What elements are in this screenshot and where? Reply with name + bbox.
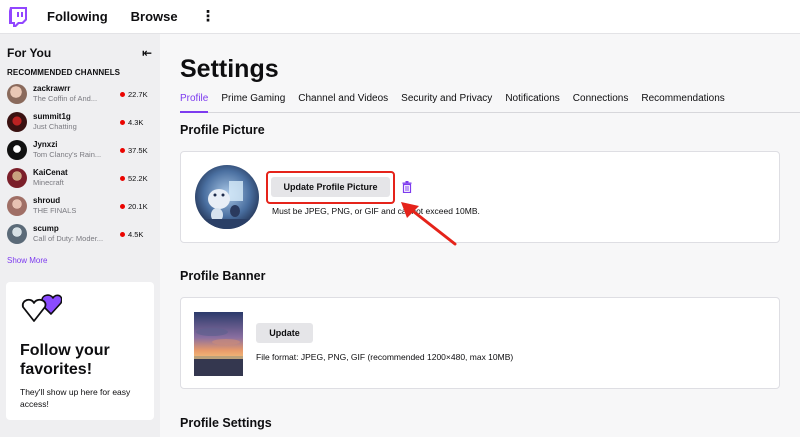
live-dot-icon (120, 175, 125, 181)
tab-prime-gaming[interactable]: Prime Gaming (221, 93, 285, 113)
channel-avatar (7, 140, 27, 160)
tab-recommendations[interactable]: Recommendations (641, 93, 724, 113)
live-dot-icon (120, 203, 125, 209)
channel-item[interactable]: summit1g Just Chatting 4.3K (0, 108, 160, 136)
nav-browse-link[interactable]: Browse (131, 9, 178, 24)
profile-picture-card: Update Profile Picture Must be JPEG, PNG… (180, 151, 780, 246)
channel-name: summit1g (33, 112, 71, 121)
promo-text: They'll show up here for easy access! (20, 387, 131, 409)
tab-notifications[interactable]: Notifications (505, 93, 559, 113)
channel-name: zackrawrr (33, 84, 71, 93)
profile-picture-image (195, 165, 259, 229)
channel-avatar (7, 168, 27, 188)
channel-name: Jynxzi (33, 140, 58, 149)
show-more-link[interactable]: Show More (0, 248, 160, 272)
top-nav-bar: Following Browse ⋮ (0, 0, 800, 34)
trash-icon[interactable] (402, 181, 412, 193)
live-dot-icon (120, 119, 125, 125)
twitch-logo-icon[interactable] (7, 6, 29, 28)
channel-category: Tom Clancy's Rain... (33, 150, 102, 159)
live-dot-icon (120, 147, 125, 153)
live-dot-icon (120, 91, 125, 97)
channel-name: scump (33, 224, 59, 233)
channel-category: Call of Duty: Moder... (33, 234, 104, 243)
profile-banner-image (194, 312, 243, 376)
tab-profile[interactable]: Profile (180, 93, 209, 113)
more-options-icon[interactable]: ⋮ (201, 9, 216, 24)
channel-name: KaiCenat (33, 168, 68, 177)
viewer-count: 52.2K (120, 174, 154, 183)
profile-picture-heading: Profile Picture (180, 123, 265, 137)
update-profile-picture-button[interactable]: Update Profile Picture (271, 177, 390, 197)
channel-item[interactable]: KaiCenat Minecraft 52.2K (0, 164, 160, 192)
update-banner-button[interactable]: Update (256, 323, 313, 343)
page-title: Settings (180, 55, 279, 83)
channel-category: Minecraft (33, 178, 64, 187)
channel-item[interactable]: zackrawrr The Coffin of And... 22.7K (0, 80, 160, 108)
profile-settings-heading: Profile Settings (180, 416, 272, 430)
tab-connections[interactable]: Connections (573, 93, 629, 113)
collapse-sidebar-icon[interactable]: ⇤ (142, 46, 152, 60)
sidebar-title: For You (7, 46, 52, 60)
viewer-count: 4.3K (120, 118, 154, 127)
channel-avatar (7, 84, 27, 104)
channel-item[interactable]: scump Call of Duty: Moder... 4.5K (0, 220, 160, 248)
viewer-count: 37.5K (120, 146, 154, 155)
tab-channel-and-videos[interactable]: Channel and Videos (298, 93, 388, 113)
channel-avatar (7, 112, 27, 132)
settings-tabs: Profile Prime Gaming Channel and Videos … (180, 93, 800, 113)
tab-security-and-privacy[interactable]: Security and Privacy (401, 93, 492, 113)
viewer-count: 22.7K (120, 90, 154, 99)
nav-following-link[interactable]: Following (47, 9, 108, 24)
viewer-count: 4.5K (120, 230, 154, 239)
profile-banner-card: Update File format: JPEG, PNG, GIF (reco… (180, 297, 780, 389)
channel-category: The Coffin of And... (33, 94, 98, 103)
channel-item[interactable]: Jynxzi Tom Clancy's Rain... 37.5K (0, 136, 160, 164)
promo-title: Follow your favorites! (20, 342, 110, 378)
recommended-channels-heading: RECOMMENDED CHANNELS (7, 68, 121, 77)
live-dot-icon (120, 231, 125, 237)
channel-category: THE FINALS (33, 206, 77, 215)
hearts-icon (21, 294, 63, 322)
channel-item[interactable]: shroud THE FINALS 20.1K (0, 192, 160, 220)
profile-banner-heading: Profile Banner (180, 269, 266, 283)
channel-avatar (7, 224, 27, 244)
follow-favorites-card: Follow your favorites! They'll show up h… (6, 282, 154, 420)
channel-name: shroud (33, 196, 61, 205)
sidebar-header: For You ⇤ (0, 34, 160, 62)
channel-avatar (7, 196, 27, 216)
sidebar: For You ⇤ RECOMMENDED CHANNELS zackrawrr… (0, 34, 160, 437)
settings-main: Settings Profile Prime Gaming Channel an… (160, 34, 800, 437)
profile-banner-hint: File format: JPEG, PNG, GIF (recommended… (256, 352, 514, 362)
annotation-arrow-icon (401, 202, 457, 246)
channel-category: Just Chatting (33, 122, 77, 131)
viewer-count: 20.1K (120, 202, 154, 211)
